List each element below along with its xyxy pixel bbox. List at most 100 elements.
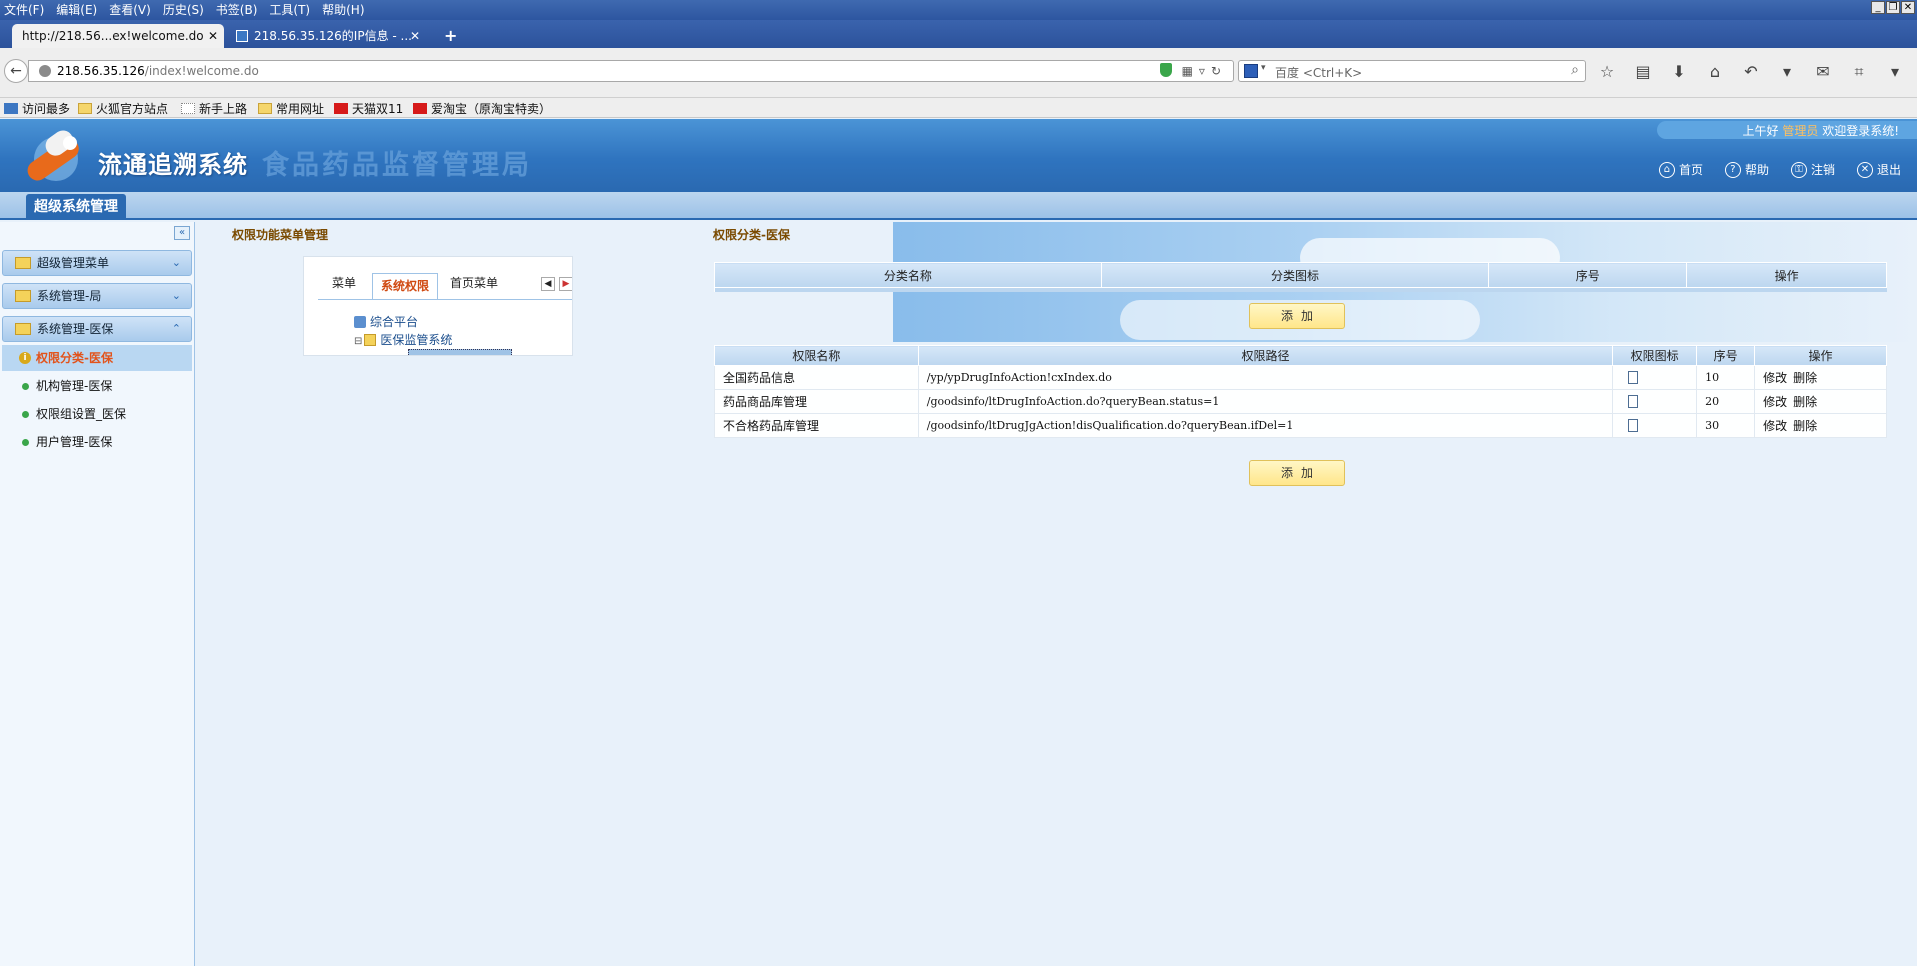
sidebar-item-permission-category[interactable]: i 权限分类-医保 — [2, 345, 192, 371]
computer-icon — [354, 316, 366, 328]
shield-icon[interactable] — [1159, 63, 1172, 77]
sidebar-item-user-management[interactable]: 用户管理-医保 — [2, 429, 192, 455]
search-icon[interactable]: ⌕ — [1571, 62, 1579, 78]
sidebar-item-permission-group[interactable]: 权限组设置_医保 — [2, 401, 192, 427]
chevron-down-icon[interactable]: ▾ — [1776, 62, 1798, 82]
url-text[interactable]: 218.56.35.126/index!welcome.do — [57, 64, 259, 78]
sidebar-group-system-bureau[interactable]: 系统管理-局 ⌄ — [2, 283, 192, 309]
permission-seq: 10 — [1696, 365, 1756, 390]
menu-tools[interactable]: 工具(T) — [263, 0, 316, 20]
current-user: 管理员 — [1782, 124, 1819, 138]
bookmark-icon — [4, 103, 18, 114]
permission-name: 不合格药品库管理 — [714, 413, 919, 438]
download-icon[interactable]: ⬇ — [1668, 62, 1690, 82]
undo-icon[interactable]: ↶ — [1740, 62, 1762, 82]
col-permission-icon: 权限图标 — [1612, 345, 1698, 366]
home-icon[interactable]: ⌂ — [1704, 62, 1726, 82]
collapse-sidebar-icon[interactable]: « — [174, 226, 190, 240]
reader-icon[interactable]: ▤ — [1632, 62, 1654, 82]
key-icon: ⚿ — [1790, 161, 1807, 178]
sidebar-group-system-medical-insurance[interactable]: 系统管理-医保 ⌃ — [2, 316, 192, 342]
bookmark-firefox-site[interactable]: 火狐官方站点 — [78, 100, 168, 117]
help-link[interactable]: ? 帮助 — [1724, 161, 1769, 178]
tree-selected-node[interactable] — [408, 349, 512, 355]
menu-bookmarks[interactable]: 书签(B) — [210, 0, 264, 20]
tree-node-platform[interactable]: 综合平台 — [354, 313, 418, 330]
menu-history[interactable]: 历史(S) — [157, 0, 210, 20]
sidebar: « 超级管理菜单 ⌄ 系统管理-局 ⌄ 系统管理-医保 ⌃ i 权限分类-医保 机构管理… — [0, 222, 195, 966]
edit-link[interactable]: 修改 — [1763, 419, 1787, 433]
star-icon[interactable]: ☆ — [1596, 62, 1618, 82]
table-row: 不合格药品库管理 /goodsinfo/ltDrugJgAction!disQu… — [714, 413, 1887, 438]
sidebar-group-super-admin[interactable]: 超级管理菜单 ⌄ — [2, 250, 192, 276]
minimize-icon[interactable]: _ — [1871, 1, 1885, 14]
chat-icon[interactable]: ✉ — [1812, 62, 1834, 82]
close-tab-icon[interactable]: ✕ — [208, 24, 218, 48]
reload-icon[interactable]: ↻ — [1211, 64, 1227, 78]
back-button[interactable]: ← — [4, 59, 28, 83]
folder-icon — [15, 257, 31, 269]
scroll-right-icon[interactable]: ▶ — [559, 277, 572, 291]
tree-node-medical-insurance[interactable]: ⊟ 医保监管系统 — [354, 331, 452, 348]
globe-icon — [39, 65, 51, 77]
chevron-down-icon[interactable]: ▾ — [1261, 63, 1266, 73]
bookmark-most-visited[interactable]: 访问最多 — [4, 100, 70, 117]
tree-node-label: 医保监管系统 — [380, 333, 453, 347]
browser-tab[interactable]: 218.56.35.126的IP信息 - ... ✕ — [226, 24, 426, 48]
row-actions: 修改 删除 — [1754, 413, 1887, 438]
search-bar[interactable]: ▾ 百度 <Ctrl+K> ⌕ — [1238, 60, 1586, 82]
app-header: 流通追溯系统 食品药品监督管理局 上午好 管理员 欢迎登录系统! ⌂ 首页 ? 帮助… — [0, 119, 1917, 192]
row-actions: 修改 删除 — [1754, 389, 1887, 414]
capsule-logo-icon — [27, 130, 79, 181]
restore-icon[interactable]: ❐ — [1886, 1, 1900, 14]
tab-system-permission[interactable]: 系统权限 — [372, 273, 439, 299]
close-window-icon[interactable]: ✕ — [1901, 1, 1915, 14]
delete-link[interactable]: 删除 — [1793, 419, 1817, 433]
info-icon: i — [19, 352, 31, 364]
home-icon: ⌂ — [1658, 161, 1675, 178]
home-link[interactable]: ⌂ 首页 — [1658, 161, 1703, 178]
add-permission-button[interactable]: 添加 — [1249, 460, 1345, 486]
bookmark-getting-started[interactable]: 新手上路 — [181, 100, 247, 117]
delete-link[interactable]: 删除 — [1793, 371, 1817, 385]
search-engine-icon[interactable] — [1244, 64, 1258, 78]
menu-edit[interactable]: 编辑(E) — [50, 0, 103, 20]
sidebar-item-org-management[interactable]: 机构管理-医保 — [2, 373, 192, 399]
bookmark-aitaobao[interactable]: 爱淘宝（原淘宝特卖） — [413, 100, 551, 117]
url-path: /index!welcome.do — [144, 64, 259, 78]
qr-icon[interactable]: ▦ — [1182, 64, 1199, 78]
permission-path: /yp/ypDrugInfoAction!cxIndex.do — [917, 365, 1614, 390]
tab-menu[interactable]: 菜单 — [324, 269, 364, 297]
close-tab-icon[interactable]: ✕ — [410, 24, 420, 48]
bookmark-tmall[interactable]: 天猫双11 — [334, 100, 403, 117]
url-bar[interactable]: 218.56.35.126/index!welcome.do ▦▿↻ — [28, 60, 1234, 82]
greeting-prefix: 上午好 — [1742, 124, 1779, 138]
sidebar-group-label: 系统管理-医保 — [37, 322, 114, 336]
favicon-icon — [236, 30, 248, 42]
bookmarks-bar: 访问最多 火狐官方站点 新手上路 常用网址 天猫双11 爱淘宝（原淘宝特卖） — [0, 98, 1917, 118]
edit-link[interactable]: 修改 — [1763, 395, 1787, 409]
menu-view[interactable]: 查看(V) — [103, 0, 157, 20]
new-tab-button[interactable]: + — [434, 24, 464, 48]
table-row: 全国药品信息 /yp/ypDrugInfoAction!cxIndex.do 1… — [714, 365, 1887, 390]
taobao-icon — [413, 103, 427, 114]
delete-link[interactable]: 删除 — [1793, 395, 1817, 409]
crop-icon[interactable]: ⌗ — [1848, 62, 1870, 82]
scroll-left-icon[interactable]: ◀ — [541, 277, 555, 291]
exit-link[interactable]: ✕ 退出 — [1856, 161, 1901, 178]
browser-tab-active[interactable]: http://218.56...ex!welcome.do ✕ — [12, 24, 224, 48]
tab-home-menu[interactable]: 首页菜单 — [442, 269, 506, 297]
logout-link[interactable]: ⚿ 注销 — [1790, 161, 1835, 178]
tab-super-system-management[interactable]: 超级系统管理 — [26, 194, 126, 220]
help-icon: ? — [1724, 161, 1741, 178]
bookmark-label: 常用网址 — [276, 102, 325, 116]
chevron-down-icon[interactable]: ▾ — [1884, 62, 1906, 82]
edit-link[interactable]: 修改 — [1763, 371, 1787, 385]
menu-file[interactable]: 文件(F) — [0, 0, 50, 20]
menu-help[interactable]: 帮助(H) — [316, 0, 370, 20]
add-category-button[interactable]: 添加 — [1249, 303, 1345, 329]
bookmark-common-sites[interactable]: 常用网址 — [258, 100, 324, 117]
browser-menubar: 文件(F) 编辑(E) 查看(V) 历史(S) 书签(B) 工具(T) 帮助(H) _ ❐ … — [0, 0, 1917, 20]
collapse-node-icon[interactable]: ⊟ — [354, 336, 362, 347]
dropdown-icon[interactable]: ▿ — [1199, 64, 1211, 78]
